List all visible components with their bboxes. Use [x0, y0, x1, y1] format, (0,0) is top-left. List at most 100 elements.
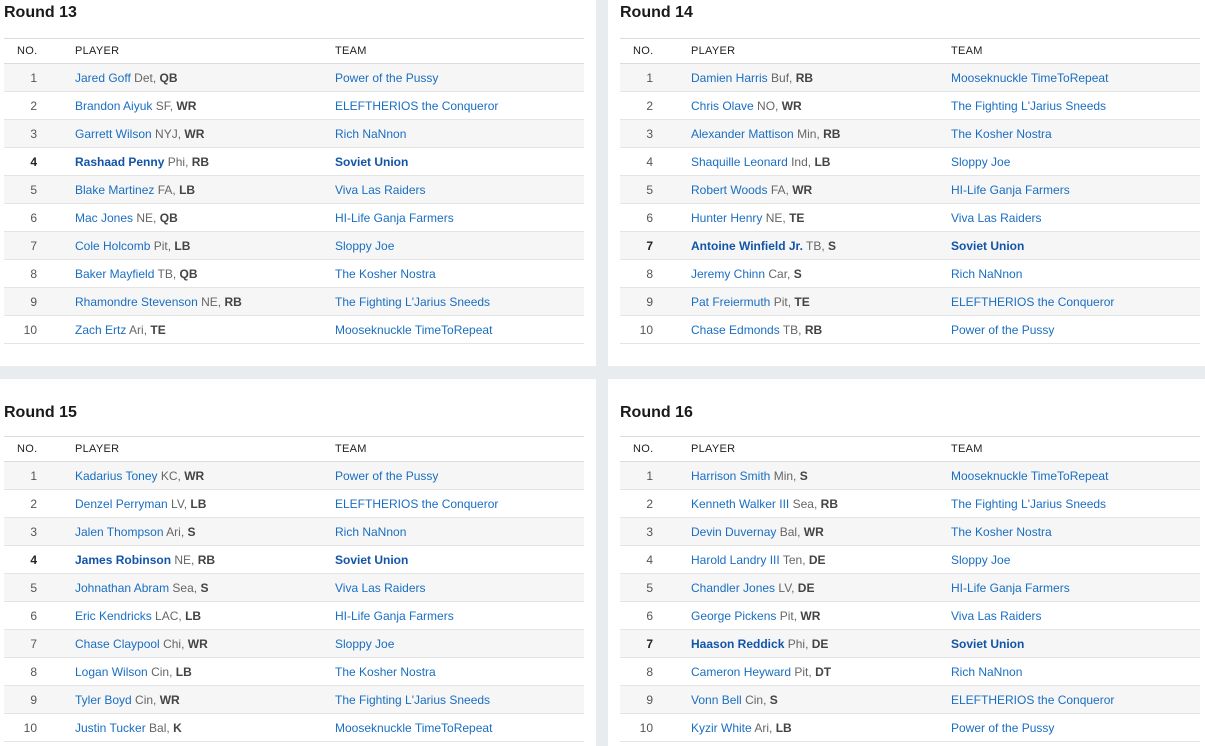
player-cell: Robert Woods FA, WR — [691, 175, 951, 204]
player-name-link[interactable]: Jared Goff — [75, 71, 131, 85]
player-name-link[interactable]: Rashaad Penny — [75, 155, 164, 169]
player-cell: Logan Wilson Cin, LB — [75, 657, 335, 686]
fantasy-team-link[interactable]: Viva Las Raiders — [951, 609, 1042, 623]
fantasy-team-link[interactable]: The Fighting L'Jarius Sneeds — [335, 295, 490, 309]
column-header-team: TEAM — [335, 38, 584, 64]
player-name-link[interactable]: Justin Tucker — [75, 721, 146, 735]
player-name-link[interactable]: Cole Holcomb — [75, 239, 150, 253]
fantasy-team-link[interactable]: ELEFTHERIOS the Conqueror — [335, 497, 498, 511]
fantasy-team-link[interactable]: ELEFTHERIOS the Conqueror — [951, 295, 1114, 309]
fantasy-team-link[interactable]: Sloppy Joe — [951, 553, 1010, 567]
pick-number-cell: 1 — [4, 63, 75, 92]
player-name-link[interactable]: Brandon Aiyuk — [75, 99, 152, 113]
player-name-link[interactable]: Blake Martinez — [75, 183, 154, 197]
fantasy-team-link[interactable]: Viva Las Raiders — [335, 581, 426, 595]
player-name-link[interactable]: Chase Edmonds — [691, 323, 780, 337]
player-name-link[interactable]: Garrett Wilson — [75, 127, 152, 141]
fantasy-team-link[interactable]: Soviet Union — [951, 637, 1024, 651]
fantasy-team-link[interactable]: HI-Life Ganja Farmers — [951, 581, 1070, 595]
player-name-link[interactable]: Kadarius Toney — [75, 469, 158, 483]
fantasy-team-link[interactable]: HI-Life Ganja Farmers — [951, 183, 1070, 197]
fantasy-team-link[interactable]: Rich NaNnon — [951, 665, 1022, 679]
fantasy-team-link[interactable]: Mooseknuckle TimeToRepeat — [335, 323, 492, 337]
player-name-link[interactable]: Rhamondre Stevenson — [75, 295, 198, 309]
fantasy-team-link[interactable]: ELEFTHERIOS the Conqueror — [335, 99, 498, 113]
player-name-link[interactable]: Haason Reddick — [691, 637, 784, 651]
player-name-link[interactable]: Devin Duvernay — [691, 525, 776, 539]
player-name-link[interactable]: Jalen Thompson — [75, 525, 164, 539]
fantasy-team-link[interactable]: Rich NaNnon — [951, 267, 1022, 281]
fantasy-team-link[interactable]: Viva Las Raiders — [951, 211, 1042, 225]
player-name-link[interactable]: Kenneth Walker III — [691, 497, 789, 511]
fantasy-team-link[interactable]: Sloppy Joe — [951, 155, 1010, 169]
player-name-link[interactable]: Zach Ertz — [75, 323, 126, 337]
player-name-link[interactable]: George Pickens — [691, 609, 776, 623]
player-name-link[interactable]: Eric Kendricks — [75, 609, 152, 623]
fantasy-team-link[interactable]: Soviet Union — [951, 239, 1024, 253]
fantasy-team-link[interactable]: The Kosher Nostra — [951, 127, 1052, 141]
player-name-link[interactable]: Jeremy Chinn — [691, 267, 765, 281]
player-name-link[interactable]: Alexander Mattison — [691, 127, 794, 141]
fantasy-team-link[interactable]: HI-Life Ganja Farmers — [335, 211, 454, 225]
player-name-link[interactable]: Pat Freiermuth — [691, 295, 770, 309]
player-name-link[interactable]: Robert Woods — [691, 183, 767, 197]
player-cell: Rashaad Penny Phi, RB — [75, 147, 335, 176]
player-position: S — [769, 692, 778, 707]
table-row: 9 Vonn Bell Cin, S ELEFTHERIOS the Conquer… — [620, 685, 1200, 714]
player-nfl-team: LV, — [171, 496, 188, 511]
player-name-link[interactable]: Antoine Winfield Jr. — [691, 239, 803, 253]
fantasy-team-link[interactable]: Power of the Pussy — [335, 71, 438, 85]
player-name-link[interactable]: Tyler Boyd — [75, 693, 132, 707]
player-name-link[interactable]: Hunter Henry — [691, 211, 762, 225]
player-name-link[interactable]: Kyzir White — [691, 721, 752, 735]
player-name-link[interactable]: Damien Harris — [691, 71, 768, 85]
fantasy-team-link[interactable]: The Fighting L'Jarius Sneeds — [335, 693, 490, 707]
fantasy-team-link[interactable]: The Kosher Nostra — [951, 525, 1052, 539]
table-row: 5 Robert Woods FA, WR HI-Life Ganja Farmer… — [620, 175, 1200, 204]
fantasy-team-link[interactable]: The Fighting L'Jarius Sneeds — [951, 99, 1106, 113]
fantasy-team-link[interactable]: ELEFTHERIOS the Conqueror — [951, 693, 1114, 707]
player-name-link[interactable]: Chris Olave — [691, 99, 754, 113]
player-name-link[interactable]: Mac Jones — [75, 211, 133, 225]
fantasy-team-link[interactable]: Mooseknuckle TimeToRepeat — [951, 469, 1108, 483]
player-name-link[interactable]: Chandler Jones — [691, 581, 775, 595]
player-cell: Pat Freiermuth Pit, TE — [691, 287, 951, 316]
player-cell: Tyler Boyd Cin, WR — [75, 685, 335, 714]
player-cell: Jalen Thompson Ari, S — [75, 517, 335, 546]
fantasy-team-link[interactable]: The Fighting L'Jarius Sneeds — [951, 497, 1106, 511]
player-name-link[interactable]: Harrison Smith — [691, 469, 770, 483]
fantasy-team-link[interactable]: Viva Las Raiders — [335, 183, 426, 197]
player-name-link[interactable]: Harold Landry III — [691, 553, 780, 567]
fantasy-team-link[interactable]: Rich NaNnon — [335, 525, 406, 539]
fantasy-team-link[interactable]: Power of the Pussy — [951, 721, 1054, 735]
player-name-link[interactable]: Johnathan Abram — [75, 581, 169, 595]
player-name-link[interactable]: Cameron Heyward — [691, 665, 791, 679]
player-name-link[interactable]: James Robinson — [75, 553, 171, 567]
table-row: 10 Justin Tucker Bal, K Mooseknuckle TimeT… — [4, 713, 584, 742]
fantasy-team-link[interactable]: Soviet Union — [335, 553, 408, 567]
player-name-link[interactable]: Vonn Bell — [691, 693, 742, 707]
fantasy-team-link[interactable]: HI-Life Ganja Farmers — [335, 609, 454, 623]
fantasy-team-link[interactable]: Soviet Union — [335, 155, 408, 169]
player-position: WR — [803, 524, 824, 539]
player-name-link[interactable]: Chase Claypool — [75, 637, 160, 651]
pick-number-cell: 4 — [4, 545, 75, 574]
fantasy-team-link[interactable]: Rich NaNnon — [335, 127, 406, 141]
fantasy-team-link[interactable]: Mooseknuckle TimeToRepeat — [335, 721, 492, 735]
fantasy-team-link[interactable]: Power of the Pussy — [951, 323, 1054, 337]
team-cell: ELEFTHERIOS the Conqueror — [335, 489, 584, 518]
fantasy-team-link[interactable]: Sloppy Joe — [335, 239, 394, 253]
player-name-link[interactable]: Shaquille Leonard — [691, 155, 788, 169]
table-row: 7 Antoine Winfield Jr. TB, S Soviet Union — [620, 231, 1200, 260]
fantasy-team-link[interactable]: Mooseknuckle TimeToRepeat — [951, 71, 1108, 85]
player-name-link[interactable]: Logan Wilson — [75, 665, 148, 679]
player-name-link[interactable]: Denzel Perryman — [75, 497, 168, 511]
player-position: WR — [792, 182, 813, 197]
pick-number-cell: 8 — [4, 259, 75, 288]
fantasy-team-link[interactable]: Power of the Pussy — [335, 469, 438, 483]
player-name-link[interactable]: Baker Mayfield — [75, 267, 154, 281]
fantasy-team-link[interactable]: The Kosher Nostra — [335, 665, 436, 679]
fantasy-team-link[interactable]: The Kosher Nostra — [335, 267, 436, 281]
fantasy-team-link[interactable]: Sloppy Joe — [335, 637, 394, 651]
player-nfl-team: Pit, — [794, 664, 812, 679]
